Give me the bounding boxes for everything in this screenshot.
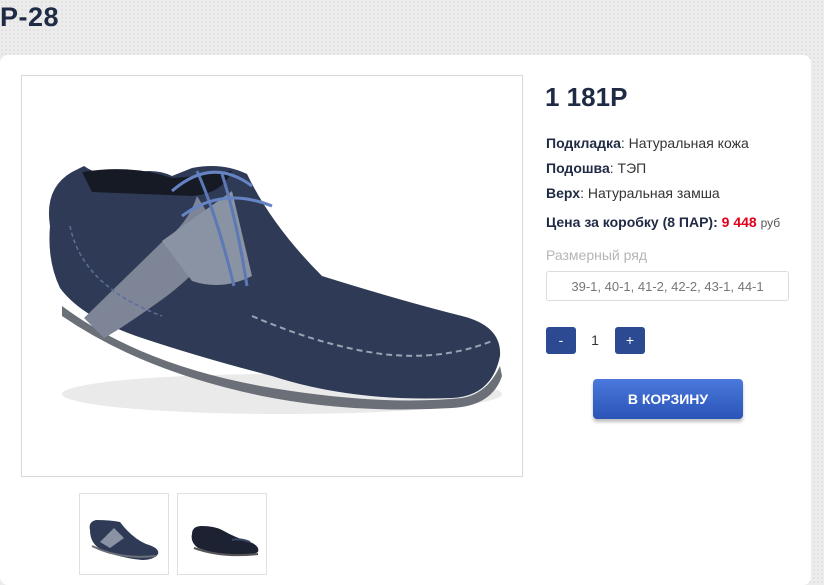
shoe-image xyxy=(48,166,502,414)
shoe-thumbnail-image xyxy=(89,520,159,560)
thumbnail-2[interactable] xyxy=(177,493,267,575)
add-to-cart-button[interactable]: В КОРЗИНУ xyxy=(593,379,743,419)
box-price-row: Цена за коробку (8 ПАР): 9 448 руб xyxy=(546,214,780,230)
spec-upper: Верх: Натуральная замша xyxy=(546,185,720,201)
product-price: 1 181P xyxy=(545,82,628,112)
box-price-value: 9 448 xyxy=(721,214,757,230)
box-price-currency: руб xyxy=(760,216,781,230)
spec-label: Подкладка xyxy=(546,135,621,151)
spec-value: : Натуральная кожа xyxy=(620,135,749,151)
spec-value: : ТЭП xyxy=(609,160,647,176)
quantity-decrease-button[interactable]: - xyxy=(546,327,576,354)
product-main-image[interactable] xyxy=(21,75,523,477)
size-range-select[interactable]: 39-1, 40-1, 41-2, 42-2, 43-1, 44-1 xyxy=(546,271,789,301)
spec-sole: Подошва: ТЭП xyxy=(546,160,646,176)
product-card: 1 181P Подкладка: Натуральная кожа Подош… xyxy=(0,55,811,585)
shoe-thumbnail-image xyxy=(191,526,259,557)
spec-label: Подошва xyxy=(546,160,610,176)
product-title: P-28 xyxy=(0,2,60,32)
quantity-input[interactable]: 1 xyxy=(580,327,610,354)
spec-lining: Подкладка: Натуральная кожа xyxy=(546,135,749,151)
spec-value: : Натуральная замша xyxy=(580,185,720,201)
quantity-increase-button[interactable]: + xyxy=(615,327,645,354)
size-range-label: Размерный ряд xyxy=(546,247,648,263)
thumbnail-1[interactable] xyxy=(79,493,169,575)
spec-label: Верх xyxy=(546,185,581,201)
box-price-label: Цена за коробку (8 ПАР): xyxy=(546,214,718,230)
